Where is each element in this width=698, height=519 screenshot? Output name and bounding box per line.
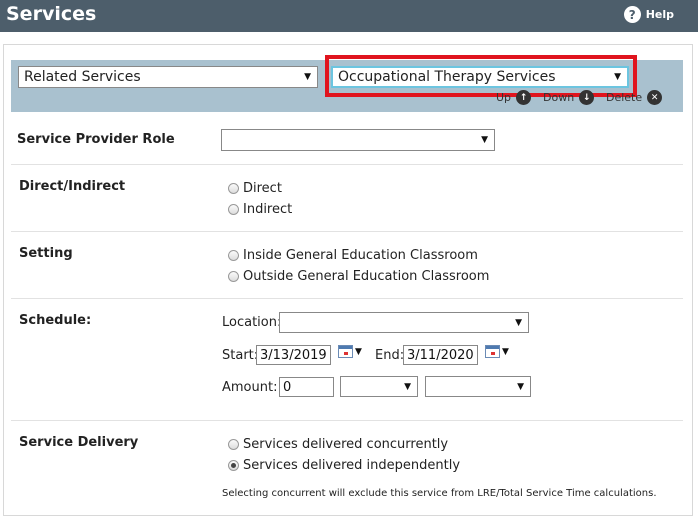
- chevron-down-icon: ▼: [517, 381, 524, 392]
- outside-option-label: Outside General Education Classroom: [243, 269, 490, 284]
- radio-circle: [228, 250, 239, 261]
- calendar-icon: [338, 345, 353, 358]
- chevron-down-icon: ▼: [515, 317, 522, 328]
- location-label: Location:: [222, 315, 282, 330]
- direct-indirect-label: Direct/Indirect: [19, 179, 126, 194]
- delete-button[interactable]: Delete ✕: [606, 90, 663, 105]
- divider: [11, 231, 683, 232]
- setting-label: Setting: [19, 246, 73, 261]
- move-up-label: Up: [496, 91, 512, 104]
- service-type-select[interactable]: Related Services ▼: [18, 66, 318, 88]
- amount-label: Amount:: [222, 380, 278, 395]
- end-date-input[interactable]: 3/11/2020: [403, 345, 478, 365]
- start-date-input[interactable]: 3/13/2019: [256, 345, 331, 365]
- amount-input[interactable]: 0: [279, 377, 334, 397]
- concurrent-option-label: Services delivered concurrently: [243, 437, 449, 452]
- end-label: End:: [375, 348, 405, 363]
- radio-circle: [228, 183, 239, 194]
- chevron-down-icon: ▼: [404, 381, 411, 392]
- inside-classroom-radio[interactable]: Inside General Education Classroom: [228, 248, 478, 263]
- independent-radio[interactable]: Services delivered independently: [228, 458, 460, 473]
- calendar-icon: [485, 345, 500, 358]
- move-down-button[interactable]: Down ↓: [543, 90, 595, 105]
- indirect-option-label: Indirect: [243, 202, 293, 217]
- radio-circle: [228, 439, 239, 450]
- amount-frequency-select[interactable]: ▼: [425, 376, 531, 397]
- radio-circle: [228, 271, 239, 282]
- radio-circle: [228, 204, 239, 215]
- inside-option-label: Inside General Education Classroom: [243, 248, 478, 263]
- start-label: Start:: [222, 348, 259, 363]
- radio-circle-selected: [228, 460, 239, 471]
- chevron-down-icon: ▼: [481, 135, 488, 145]
- start-date-picker[interactable]: ▼: [338, 345, 362, 358]
- close-icon: ✕: [647, 90, 663, 105]
- service-type-value: Related Services: [24, 69, 141, 85]
- divider: [11, 164, 683, 165]
- page-title: Services: [6, 3, 97, 25]
- title-bar: Services ? Help: [0, 0, 698, 32]
- location-select[interactable]: ▼: [279, 312, 529, 333]
- question-circle-icon: ?: [623, 6, 641, 23]
- divider: [11, 420, 683, 421]
- outside-classroom-radio[interactable]: Outside General Education Classroom: [228, 269, 489, 284]
- help-label: Help: [645, 8, 674, 21]
- concurrent-radio[interactable]: Services delivered concurrently: [228, 437, 448, 452]
- provider-role-label: Service Provider Role: [17, 132, 175, 147]
- independent-option-label: Services delivered independently: [243, 458, 461, 473]
- schedule-label: Schedule:: [19, 313, 92, 328]
- service-delivery-label: Service Delivery: [19, 435, 139, 450]
- direct-option-label: Direct: [243, 181, 282, 196]
- divider: [11, 298, 683, 299]
- provider-role-select[interactable]: ▼: [221, 129, 495, 151]
- indirect-radio[interactable]: Indirect: [228, 202, 292, 217]
- arrow-down-icon: ↓: [579, 90, 595, 105]
- amount-unit-select[interactable]: ▼: [340, 376, 418, 397]
- chevron-down-icon: ▼: [355, 346, 362, 357]
- direct-radio[interactable]: Direct: [228, 181, 282, 196]
- end-date-picker[interactable]: ▼: [485, 345, 509, 358]
- delivery-note: Selecting concurrent will exclude this s…: [222, 488, 657, 499]
- help-button[interactable]: ? Help: [623, 6, 674, 23]
- move-down-label: Down: [543, 91, 575, 104]
- move-up-button[interactable]: Up ↑: [496, 90, 532, 105]
- chevron-down-icon: ▼: [502, 346, 509, 357]
- chevron-down-icon: ▼: [304, 72, 311, 82]
- arrow-up-icon: ↑: [516, 90, 532, 105]
- delete-label: Delete: [606, 91, 643, 104]
